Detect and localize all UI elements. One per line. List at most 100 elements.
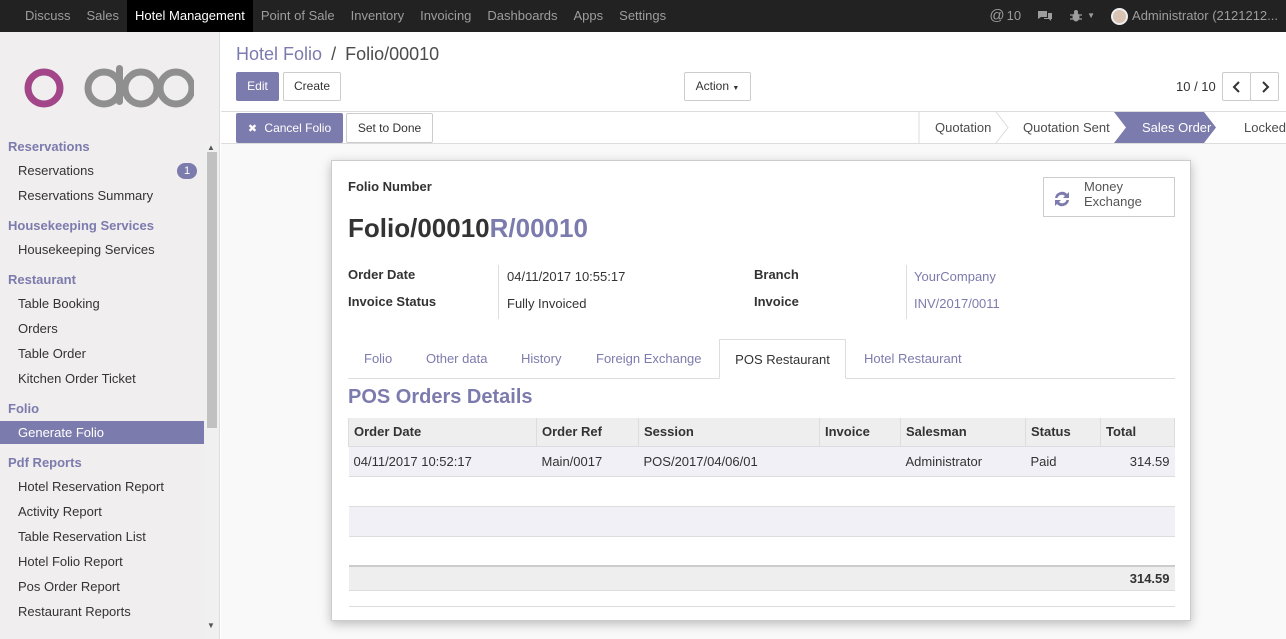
cell-salesman: Administrator [900,446,1026,477]
scroll-up-icon[interactable]: ▲ [207,143,215,152]
sidebar-scrollbar-thumb[interactable] [207,152,217,428]
sidebar-item-pos-order-report[interactable]: Pos Order Report [18,579,120,594]
column-session[interactable]: Session [638,418,820,447]
stage-quotation[interactable]: Quotation [935,112,991,143]
section-restaurant: Restaurant [8,272,76,287]
tab-foreign-exchange[interactable]: Foreign Exchange [596,339,702,379]
order-date-label: Order Date [348,267,416,282]
sidebar-item-orders[interactable]: Orders [18,321,58,336]
chat-button[interactable] [1029,0,1061,32]
cell-total: 314.59 [1100,446,1175,477]
menu-hotel-management[interactable]: Hotel Management [127,0,253,32]
menu-invoicing[interactable]: Invoicing [412,0,479,32]
user-menu[interactable]: Administrator (2121212... [1103,0,1286,32]
odoo-logo [24,65,194,108]
folio-title: Folio/00010R/00010 [348,213,588,244]
invoice-link[interactable]: INV/2017/0011 [914,296,1000,311]
table-header-row: Order Date Order Ref Session Invoice Sal… [348,418,1175,447]
breadcrumb-parent[interactable]: Hotel Folio [236,44,322,64]
debug-menu-button[interactable]: ▼ [1061,0,1103,32]
folio-name: Folio/00010 [348,213,490,243]
folio-number-label: Folio Number [348,179,432,194]
mentions-button[interactable]: @ 10 [981,0,1029,32]
table-footer-row: 314.59 [348,566,1175,591]
at-icon: @ [989,7,1005,24]
notebook-tabs: Folio Other data History Foreign Exchang… [348,339,1175,379]
bug-icon [1070,10,1083,22]
menu-settings[interactable]: Settings [611,0,674,32]
menu-inventory[interactable]: Inventory [343,0,412,32]
column-order-ref[interactable]: Order Ref [536,418,639,447]
cell-order-ref: Main/0017 [536,446,639,477]
cancel-folio-button[interactable]: ✖ Cancel Folio [236,113,343,143]
sidebar-item-reservations[interactable]: Reservations [18,163,94,178]
scroll-down-icon[interactable]: ▼ [207,621,215,630]
cell-invoice [819,446,901,477]
status-bar: ✖ Cancel Folio Set to Done Quotation Quo… [221,112,1286,144]
sidebar-item-restaurant-reports[interactable]: Restaurant Reports [18,604,131,619]
column-invoice[interactable]: Invoice [819,418,901,447]
sidebar-item-reservations-summary[interactable]: Reservations Summary [18,188,153,203]
stage-sales-order[interactable]: Sales Order [1142,112,1211,143]
sidebar-item-table-booking[interactable]: Table Booking [18,296,100,311]
set-to-done-button[interactable]: Set to Done [346,113,433,143]
control-panel: Hotel Folio / Folio/00010 Edit Create Ac… [221,32,1286,112]
order-date-value: 04/11/2017 10:55:17 [507,269,626,284]
action-label: Action [695,79,730,93]
money-exchange-button[interactable]: Money Exchange [1043,177,1175,217]
invoice-status-label: Invoice Status [348,294,437,309]
cell-session: POS/2017/04/06/01 [638,446,820,477]
empty-row [348,536,1175,567]
menu-discuss[interactable]: Discuss [0,0,79,32]
sidebar-item-activity-report[interactable]: Activity Report [18,504,102,519]
menu-apps[interactable]: Apps [566,0,612,32]
sidebar-item-housekeeping-services[interactable]: Housekeeping Services [18,242,155,257]
user-name: Administrator (2121212... [1132,8,1278,23]
sidebar-item-table-order[interactable]: Table Order [18,346,86,361]
stage-locked[interactable]: Locked [1244,112,1286,143]
pos-section-title: POS Orders Details [348,386,533,408]
sidebar-item-kitchen-order-ticket[interactable]: Kitchen Order Ticket [18,371,136,386]
tab-history[interactable]: History [521,339,561,379]
avatar [1111,7,1129,25]
sidebar-item-hotel-reservation-report[interactable]: Hotel Reservation Report [18,479,164,494]
invoice-label: Invoice [754,294,799,309]
invoice-status-value: Fully Invoiced [507,296,587,311]
top-navbar: Discuss Sales Hotel Management Point of … [0,0,1286,32]
sidebar-item-hotel-folio-report[interactable]: Hotel Folio Report [18,554,123,569]
pager-previous-button[interactable] [1222,72,1251,101]
stage-quotation-sent[interactable]: Quotation Sent [1023,112,1110,143]
action-dropdown[interactable]: Action ▼ [684,72,751,101]
column-status[interactable]: Status [1025,418,1101,447]
breadcrumb: Hotel Folio / Folio/00010 [236,44,439,65]
tab-hotel-restaurant[interactable]: Hotel Restaurant [864,339,962,379]
column-order-date[interactable]: Order Date [348,418,537,447]
pager-next-button[interactable] [1250,72,1279,101]
tab-pos-restaurant[interactable]: POS Restaurant [719,339,846,379]
sum-total: 314.59 [348,566,1175,591]
tab-other-data[interactable]: Other data [426,339,487,379]
branch-label: Branch [754,267,799,282]
column-total[interactable]: Total [1100,418,1175,447]
menu-dashboards[interactable]: Dashboards [479,0,565,32]
breadcrumb-current: Folio/00010 [345,44,440,64]
edit-button[interactable]: Edit [236,72,279,101]
column-salesman[interactable]: Salesman [900,418,1026,447]
cell-order-date: 04/11/2017 10:52:17 [348,446,537,477]
table-row[interactable]: 04/11/2017 10:52:17 Main/0017 POS/2017/0… [348,446,1175,477]
field-divider [906,265,907,319]
folio-reference: R/00010 [489,213,588,243]
caret-down-icon: ▼ [1087,11,1096,20]
create-button[interactable]: Create [283,72,341,101]
tab-folio[interactable]: Folio [364,339,392,379]
messages-count: 10 [1006,8,1022,23]
sidebar: Reservations Reservations 1 Reservations… [0,32,220,639]
menu-point-of-sale[interactable]: Point of Sale [253,0,343,32]
field-divider [498,265,499,319]
section-pdf-reports: Pdf Reports [8,455,82,470]
sidebar-item-generate-folio[interactable]: Generate Folio [0,421,204,444]
cell-status: Paid [1025,446,1101,477]
sidebar-item-table-reservation-list[interactable]: Table Reservation List [18,529,146,544]
branch-link[interactable]: YourCompany [914,269,996,284]
menu-sales[interactable]: Sales [79,0,128,32]
